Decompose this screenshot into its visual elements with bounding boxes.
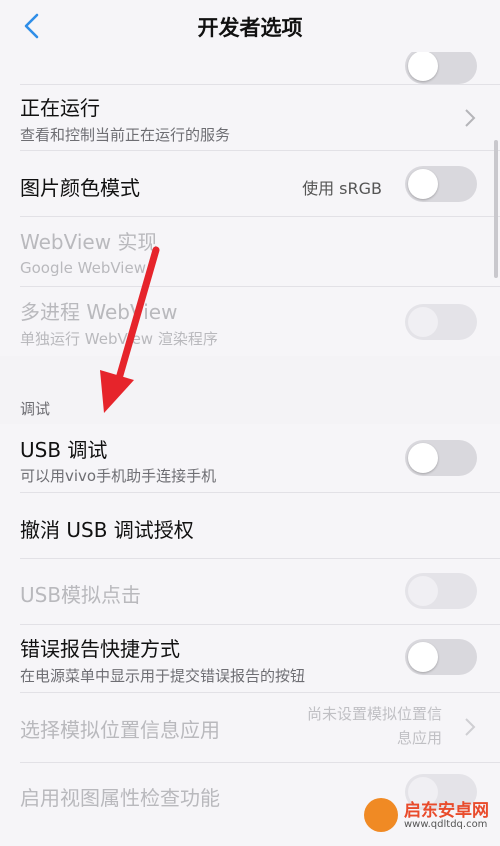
running-services-subtitle: 查看和控制当前正在运行的服务: [20, 126, 231, 144]
bug-report-subtitle: 在电源菜单中显示用于提交错误报告的按钮: [20, 667, 306, 685]
divider: [20, 492, 500, 493]
chevron-right-icon: [465, 109, 476, 127]
bug-report-label: 错误报告快捷方式: [20, 637, 180, 661]
row-color-mode[interactable]: 图片颜色模式 使用 sRGB: [0, 150, 500, 216]
toggle-bug-report[interactable]: [405, 639, 477, 675]
divider: [20, 692, 500, 693]
page-title: 开发者选项: [197, 16, 303, 40]
top-navigation-bar: 开发者选项: [0, 0, 500, 52]
row-bug-report-shortcut[interactable]: 错误报告快捷方式 在电源菜单中显示用于提交错误报告的按钮: [0, 624, 500, 692]
divider: [20, 150, 500, 151]
divider: [20, 624, 500, 625]
toggle-knob: [408, 307, 438, 337]
revoke-usb-label: 撤消 USB 调试授权: [20, 518, 194, 542]
webview-impl-subtitle: Google WebView: [20, 259, 146, 277]
toggle-knob: [408, 576, 438, 606]
webview-impl-label: WebView 实现: [20, 230, 158, 254]
watermark-name: 启东安卓网: [404, 801, 489, 821]
view-attr-label: 启用视图属性检查功能: [20, 786, 220, 810]
section-header-debug: 调试: [20, 400, 51, 418]
row-usb-simulate-click[interactable]: USB模拟点击: [0, 558, 500, 624]
toggle-knob: [408, 642, 438, 672]
row-running-services[interactable]: 正在运行 查看和控制当前正在运行的服务: [0, 84, 500, 150]
toggle-usb-debugging[interactable]: [405, 440, 477, 476]
row-multiprocess-webview[interactable]: 多进程 WebView 单独运行 WebView 渲染程序: [0, 286, 500, 356]
mock-location-value-line2: 息应用: [396, 729, 442, 747]
divider: [20, 558, 500, 559]
usb-debugging-subtitle: 可以用vivo手机助手连接手机: [20, 467, 217, 485]
divider: [20, 286, 500, 287]
toggle-knob: [408, 169, 438, 199]
divider: [20, 84, 500, 85]
mock-location-label: 选择模拟位置信息应用: [20, 718, 220, 742]
chevron-right-icon: [465, 718, 476, 736]
divider: [20, 762, 500, 763]
watermark-url: www.qdltdq.com: [404, 819, 488, 830]
row-webview-implementation[interactable]: WebView 实现 Google WebView: [0, 216, 500, 286]
toggle-knob: [408, 443, 438, 473]
toggle-usb-simulate-click[interactable]: [405, 573, 477, 609]
watermark-logo-icon: [364, 798, 398, 832]
scrollbar[interactable]: [494, 140, 498, 278]
toggle-multiprocess-webview[interactable]: [405, 304, 477, 340]
toggle-partial-top[interactable]: [405, 48, 477, 84]
divider: [20, 216, 500, 217]
usb-simulate-click-label: USB模拟点击: [20, 583, 142, 607]
row-mock-location-app[interactable]: 选择模拟位置信息应用 尚未设置模拟位置信 息应用: [0, 692, 500, 762]
mock-location-value: 尚未设置模拟位置信 息应用: [307, 702, 442, 750]
toggle-color-mode[interactable]: [405, 166, 477, 202]
mock-location-value-line1: 尚未设置模拟位置信: [306, 705, 442, 723]
toggle-knob: [408, 51, 438, 81]
multiprocess-webview-label: 多进程 WebView: [20, 300, 178, 324]
color-mode-label: 图片颜色模式: [20, 176, 140, 200]
usb-debugging-label: USB 调试: [20, 438, 108, 462]
row-usb-debugging[interactable]: USB 调试 可以用vivo手机助手连接手机: [0, 424, 500, 492]
running-services-label: 正在运行: [20, 96, 100, 120]
row-revoke-usb-authorization[interactable]: 撤消 USB 调试授权: [0, 492, 500, 558]
multiprocess-webview-subtitle: 单独运行 WebView 渲染程序: [20, 330, 218, 348]
watermark-logo: 启东安卓网 www.qdltdq.com: [364, 794, 494, 838]
color-mode-value: 使用 sRGB: [302, 179, 382, 198]
